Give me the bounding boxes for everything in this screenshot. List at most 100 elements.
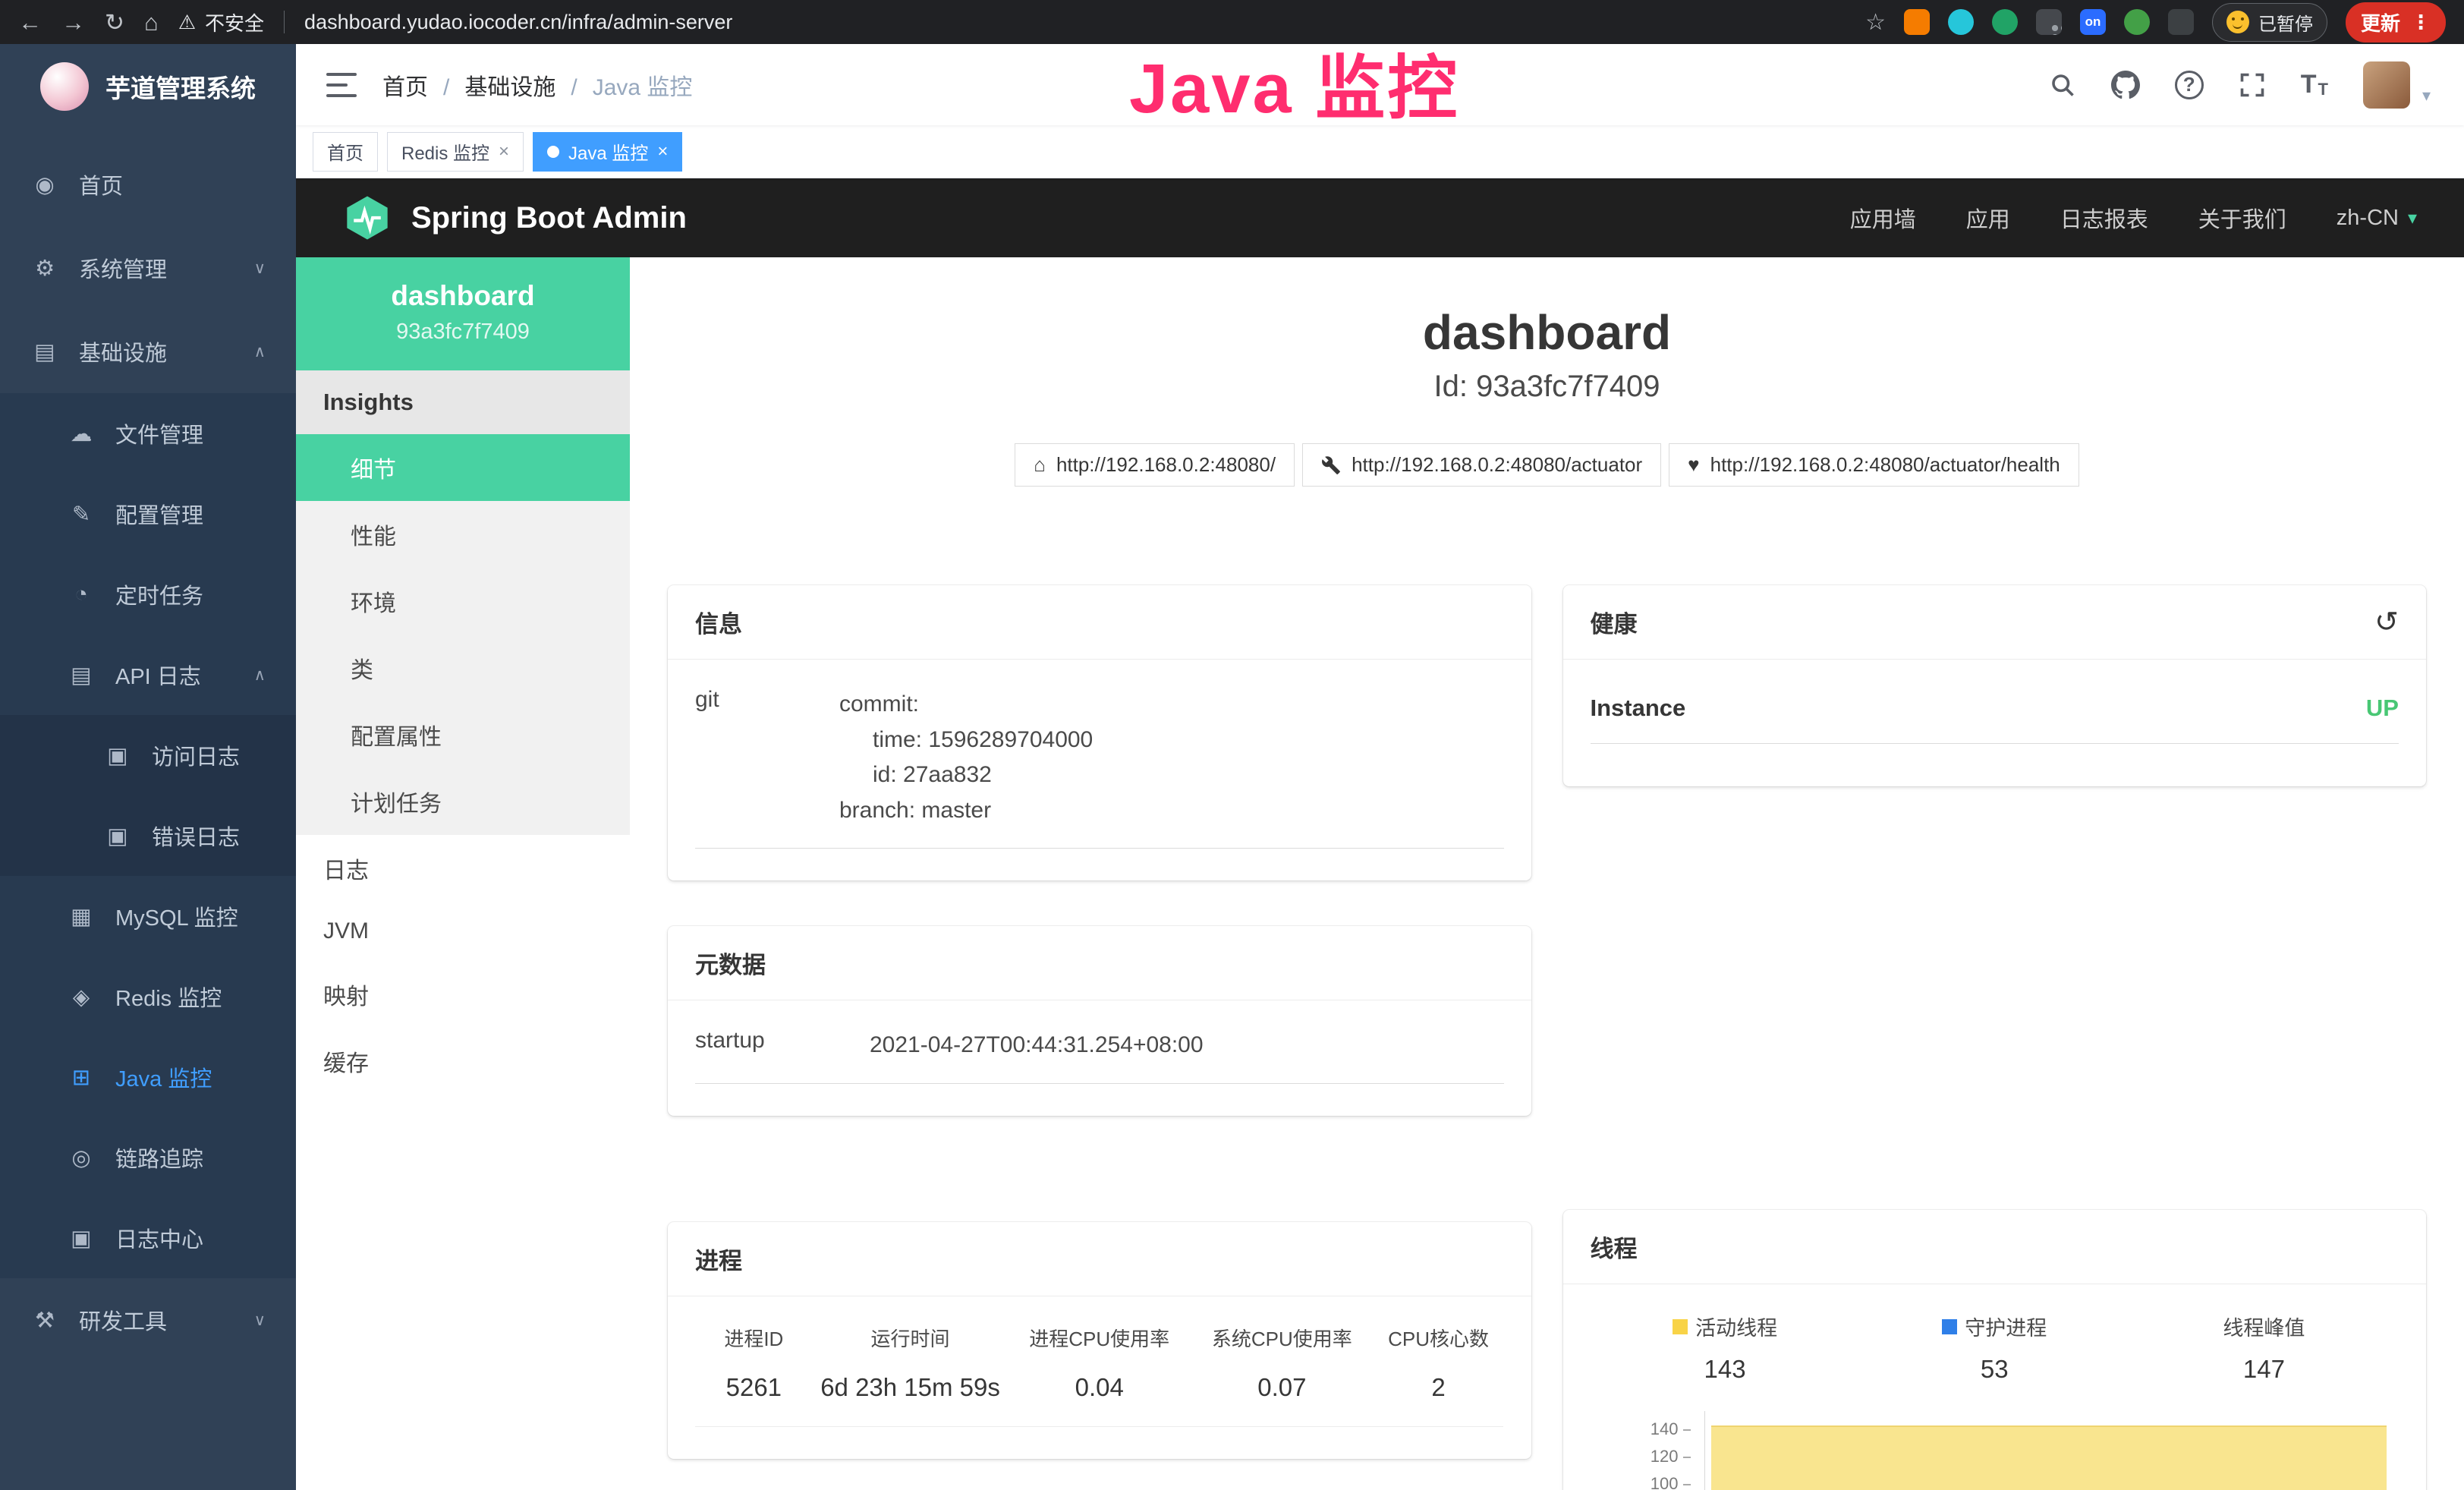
sidebar-item-label: 首页 [79,169,123,200]
extensions-puzzle-icon[interactable] [2168,9,2194,35]
legend-item: 活动线程 [1591,1312,1860,1341]
extension-icon[interactable] [2036,9,2062,35]
process-uptime: 6d 23h 15m 59s [813,1373,1009,1402]
card-title: 线程 [1563,1210,2427,1284]
y-axis-tick: 120 [1591,1447,1691,1466]
url-text[interactable]: dashboard.yudao.iocoder.cn/infra/admin-s… [304,11,732,34]
row-label: startup [695,1028,870,1063]
tag-java-monitor[interactable]: Java 监控 × [533,132,682,172]
sidebar-item-scheduled-jobs[interactable]: ◔ 定时任务 [0,554,296,635]
sba-menu-performance[interactable]: 性能 [296,501,630,568]
sba-language-select[interactable]: zh-CN ▾ [2337,206,2417,231]
close-icon[interactable]: × [499,141,509,162]
fullscreen-icon[interactable] [2239,71,2266,99]
extension-icon[interactable] [1992,9,2018,35]
security-indicator[interactable]: ⚠ 不安全 [178,8,264,36]
browser-menu-icon[interactable]: ⋮ [2411,11,2431,34]
sba-logo-icon[interactable] [343,194,392,242]
sidebar-item-trace[interactable]: ◎ 链路追踪 [0,1117,296,1198]
sidebar-item-system-mgmt[interactable]: ⚙ 系统管理 ∨ [0,226,296,310]
instance-id: 93a3fc7f7409 [326,320,599,345]
sba-menu-details[interactable]: 细节 [296,434,630,501]
sba-menu-config-props[interactable]: 配置属性 [296,701,630,768]
sidebar-item-home[interactable]: ◉ 首页 [0,143,296,226]
instance-url-link[interactable]: ⌂ http://192.168.0.2:48080/ [1015,443,1295,487]
instance-header[interactable]: dashboard 93a3fc7f7409 [296,257,630,370]
home-icon[interactable]: ⌂ [144,11,159,34]
sba-menu-caches[interactable]: 缓存 [296,1028,630,1095]
sidebar-item-access-log[interactable]: ▣ 访问日志 [0,715,296,795]
sba-menu-environment[interactable]: 环境 [296,568,630,635]
breadcrumb-home[interactable]: 首页 [382,68,464,102]
extension-icon[interactable] [1904,9,1930,35]
sba-brand[interactable]: Spring Boot Admin [411,201,687,235]
forward-icon[interactable]: → [61,11,85,34]
sidebar-item-error-log[interactable]: ▣ 错误日志 [0,795,296,876]
card-title: 元数据 [668,926,1531,1000]
sidebar-item-file-mgmt[interactable]: ☁ 文件管理 [0,393,296,474]
bookmark-star-icon[interactable]: ☆ [1865,9,1886,36]
sba-menu-jvm[interactable]: JVM [296,902,630,961]
sba-nav-wallboard[interactable]: 应用墙 [1850,202,1916,234]
sidebar-item-label: 配置管理 [115,498,203,530]
process-table: 进程ID 运行时间 进程CPU使用率 系统CPU使用率 CPU核心数 5261 … [695,1324,1504,1427]
avatar[interactable] [2363,61,2410,109]
sidebar-item-log-center[interactable]: ▣ 日志中心 [0,1198,296,1278]
sidebar-item-label: 日志中心 [115,1222,203,1254]
github-icon[interactable] [2111,71,2140,99]
sidebar-item-devtools[interactable]: ⚒ 研发工具 ∨ [0,1278,296,1362]
health-instance-row[interactable]: Instance UP [1591,695,2399,744]
reload-icon[interactable]: ↻ [105,11,124,34]
sidebar-item-config-mgmt[interactable]: ✎ 配置管理 [0,474,296,554]
tag-redis-monitor[interactable]: Redis 监控 × [387,132,524,172]
text-size-icon[interactable]: TT [2301,70,2328,99]
sba-menu-classes[interactable]: 类 [296,635,630,701]
hamburger-icon[interactable] [326,73,357,97]
daemon-threads-value: 53 [1860,1355,2129,1384]
threads-card-title: 线程 [1591,1230,1638,1264]
process-cpu: 0.04 [1008,1373,1191,1402]
update-button[interactable]: 更新 ⋮ [2346,2,2446,43]
home-icon: ⌂ [1034,453,1046,477]
sidebar-item-redis-monitor[interactable]: ◈ Redis 监控 [0,956,296,1037]
extension-icon[interactable] [1948,9,1974,35]
paused-badge[interactable]: 已暂停 [2212,3,2327,42]
sidebar-item-label: 基础设施 [79,335,167,367]
breadcrumb: 首页 基础设施 Java 监控 [382,68,692,102]
tag-label: Redis 监控 [401,138,489,165]
divider [695,1426,1503,1427]
health-url-link[interactable]: ♥ http://192.168.0.2:48080/actuator/heal… [1669,443,2079,487]
app-logo[interactable]: 芋道管理系统 [0,44,296,129]
back-icon[interactable]: ← [18,11,42,34]
sidebar-item-api-log[interactable]: ▤ API 日志 ∧ [0,635,296,715]
sba-section-insights: Insights [296,370,630,434]
search-icon[interactable] [2049,71,2076,99]
sba-menu-scheduled-tasks[interactable]: 计划任务 [296,768,630,835]
actuator-url-link[interactable]: http://192.168.0.2:48080/actuator [1302,443,1661,487]
sidebar-item-java-monitor[interactable]: ⊞ Java 监控 [0,1037,296,1117]
extension-on-badge[interactable]: on [2080,9,2106,35]
health-card: 健康 ↺ Instance UP [1563,585,2427,786]
sba-menu-logs[interactable]: 日志 [296,835,630,902]
tag-home[interactable]: 首页 [313,132,378,172]
extension-icon[interactable] [2124,9,2150,35]
process-card-title: 进程 [695,1242,742,1276]
history-icon[interactable]: ↺ [2374,605,2399,639]
sba-nav-journal[interactable]: 日志报表 [2060,202,2148,234]
gear-icon: ⚙ [30,255,59,282]
git-commit: commit: [839,687,1093,723]
legend-item: 守护进程 [1860,1312,2129,1341]
caret-down-icon: ▾ [2408,207,2417,229]
sidebar-item-infrastructure[interactable]: ▤ 基础设施 ∧ [0,310,296,393]
admin-sidebar: 芋道管理系统 ◉ 首页 ⚙ 系统管理 ∨ ▤ 基础设施 ∧ ☁ 文件管理 ✎ [0,44,296,1490]
log-icon: ▣ [103,823,132,849]
sidebar-item-mysql-monitor[interactable]: ▦ MySQL 监控 [0,876,296,956]
close-icon[interactable]: × [657,141,668,162]
sba-nav-applications[interactable]: 应用 [1966,202,2010,234]
help-icon[interactable]: ? [2175,71,2204,99]
chevron-down-icon: ∨ [254,1311,266,1330]
sba-menu-mappings[interactable]: 映射 [296,961,630,1028]
breadcrumb-infrastructure[interactable]: 基础设施 [464,68,592,102]
sba-nav-about[interactable]: 关于我们 [2198,202,2286,234]
update-label: 更新 [2361,8,2400,36]
